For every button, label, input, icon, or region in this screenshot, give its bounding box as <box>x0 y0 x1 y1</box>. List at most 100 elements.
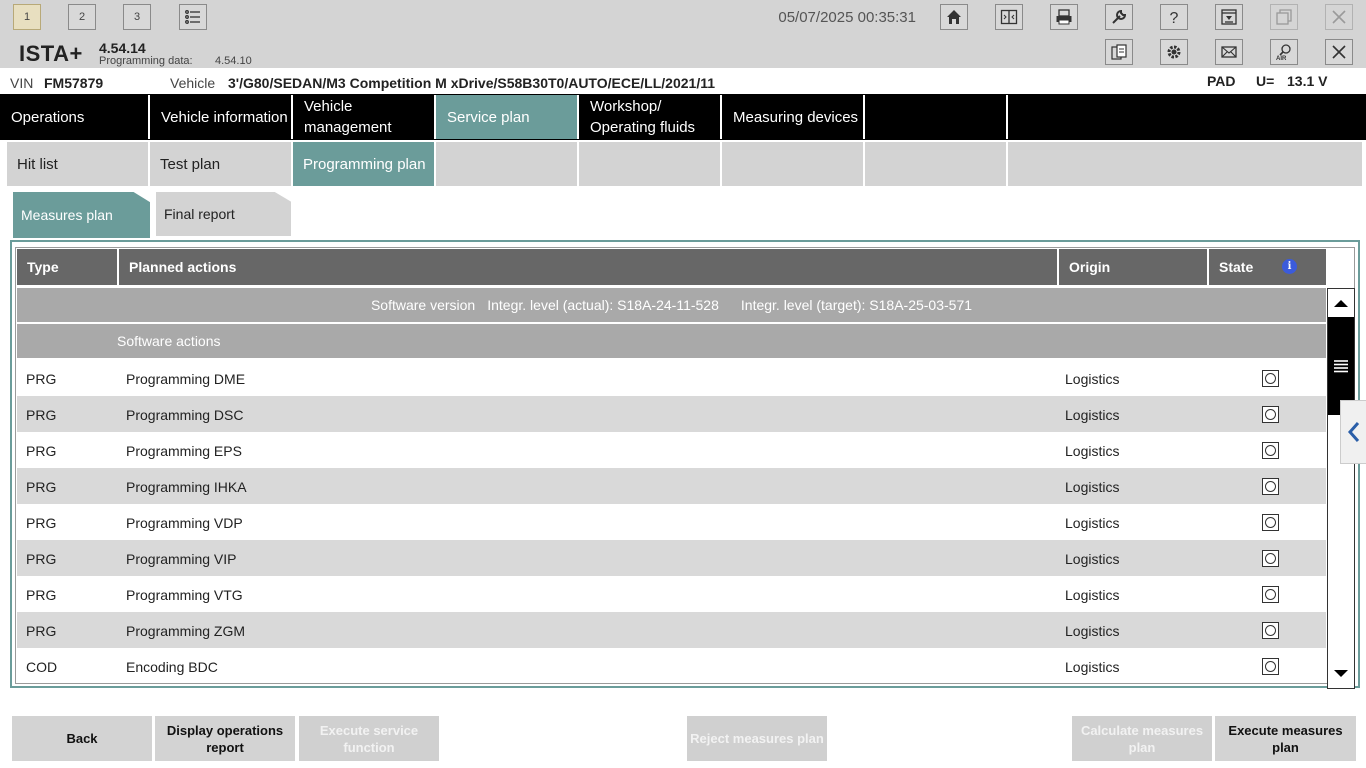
nav-tab-workshop-operating-fluids[interactable]: Workshop/ Operating fluids <box>579 95 722 139</box>
table-body: PRG Programming DME Logistics PRG Progra… <box>17 360 1326 684</box>
cell-action: Programming DSC <box>126 407 244 423</box>
nav-tab-empty-2 <box>1008 95 1366 139</box>
state-checkbox[interactable] <box>1262 658 1279 675</box>
table-row[interactable]: PRG Programming IHKA Logistics <box>17 468 1326 504</box>
table-row[interactable]: PRG Programming VIP Logistics <box>17 540 1326 576</box>
cell-action: Encoding BDC <box>126 659 218 675</box>
nav-tab-empty-1 <box>865 95 1008 139</box>
side-panel-chevron-left-icon[interactable] <box>1340 400 1366 464</box>
nav-tab-service-plan[interactable]: Service plan <box>436 95 579 139</box>
table-row[interactable]: PRG Programming DME Logistics <box>17 360 1326 396</box>
state-checkbox[interactable] <box>1262 586 1279 603</box>
cell-origin: Logistics <box>1065 659 1120 675</box>
vertical-scrollbar[interactable] <box>1327 288 1355 689</box>
integr-level-target: Integr. level (target): S18A-25-03-571 <box>740 297 973 313</box>
subtab-test-plan[interactable]: Test plan <box>150 142 291 186</box>
cell-type: PRG <box>26 623 57 639</box>
cell-type: PRG <box>26 515 57 531</box>
cell-type: COD <box>26 659 58 675</box>
vehicle-info-bar: VIN FM57879 Vehicle 3'/G80/SEDAN/M3 Comp… <box>0 70 1366 94</box>
app-name: ISTA+ <box>19 41 83 66</box>
column-header-planned-actions[interactable]: Planned actions <box>119 249 1059 285</box>
cell-origin: Logistics <box>1065 479 1120 495</box>
vin-value: FM57879 <box>44 75 104 91</box>
cell-action: Programming VIP <box>126 551 237 567</box>
session-tab-3[interactable]: 3 <box>123 4 151 30</box>
cell-origin: Logistics <box>1065 587 1120 603</box>
minimize-icon[interactable] <box>1215 4 1243 30</box>
subtab-empty-4 <box>865 142 1006 186</box>
execute-measures-plan-button[interactable]: Execute measures plan <box>1215 716 1356 761</box>
session-tab-2[interactable]: 2 <box>68 4 96 30</box>
back-button[interactable]: Back <box>12 716 152 761</box>
task-list-icon[interactable] <box>179 4 207 30</box>
state-checkbox[interactable] <box>1262 550 1279 567</box>
mail-icon[interactable] <box>1215 39 1243 65</box>
tab-final-report[interactable]: Final report <box>156 192 291 236</box>
session-tab-1[interactable]: 1 <box>13 4 41 30</box>
cell-action: Programming IHKA <box>126 479 247 495</box>
table-row[interactable]: PRG Programming VDP Logistics <box>17 504 1326 540</box>
close-session-icon[interactable] <box>1325 39 1353 65</box>
cell-origin: Logistics <box>1065 371 1120 387</box>
cell-origin: Logistics <box>1065 515 1120 531</box>
subtab-programming-plan[interactable]: Programming plan <box>293 142 434 186</box>
state-checkbox[interactable] <box>1262 370 1279 387</box>
nav-tab-measuring-devices[interactable]: Measuring devices <box>722 95 865 139</box>
integr-level-actual: Integr. level (actual): S18A-24-11-528 <box>487 297 719 313</box>
wrench-icon[interactable] <box>1105 4 1133 30</box>
table-row[interactable]: PRG Programming VTG Logistics <box>17 576 1326 612</box>
table-row[interactable]: PRG Programming DSC Logistics <box>17 396 1326 432</box>
datetime-display: 05/07/2025 00:35:31 <box>778 9 916 26</box>
software-version-bar: Software version Integr. level (actual):… <box>17 288 1326 322</box>
cell-action: Programming EPS <box>126 443 242 459</box>
state-checkbox[interactable] <box>1262 622 1279 639</box>
nav-tab-vehicle-management[interactable]: Vehicle management <box>293 95 436 139</box>
state-checkbox[interactable] <box>1262 514 1279 531</box>
table-row[interactable]: COD Encoding BDC Logistics <box>17 648 1326 684</box>
cell-action: Programming VTG <box>126 587 243 603</box>
svg-text:?: ? <box>1170 10 1179 26</box>
programming-data-label: Programming data: <box>99 55 193 67</box>
column-header-type[interactable]: Type <box>17 249 119 285</box>
table-row[interactable]: PRG Programming ZGM Logistics <box>17 612 1326 648</box>
state-checkbox[interactable] <box>1262 478 1279 495</box>
vehicle-description: 3'/G80/SEDAN/M3 Competition M xDrive/S58… <box>228 75 716 91</box>
voltage-label: U= <box>1256 73 1275 89</box>
vehicle-label: Vehicle <box>170 75 216 91</box>
measures-plan-panel: Type Planned actions Origin State i Soft… <box>10 240 1360 689</box>
sub-navigation: Hit list Test plan Programming plan <box>0 140 1366 188</box>
cell-type: PRG <box>26 407 57 423</box>
cell-action: Programming ZGM <box>126 623 246 639</box>
print-icon[interactable] <box>1050 4 1078 30</box>
split-view-icon[interactable] <box>995 4 1023 30</box>
cell-origin: Logistics <box>1065 407 1120 423</box>
pad-label: PAD <box>1207 73 1236 89</box>
scroll-down-arrow-icon[interactable] <box>1328 660 1354 688</box>
state-info-icon[interactable]: i <box>1282 259 1297 274</box>
tab-measures-plan[interactable]: Measures plan <box>13 192 150 238</box>
home-icon[interactable] <box>940 4 968 30</box>
nav-tab-vehicle-information[interactable]: Vehicle information <box>150 95 293 139</box>
programming-data-value: 4.54.10 <box>215 55 252 67</box>
display-operations-report-button[interactable]: Display operations report <box>155 716 295 761</box>
cell-type: PRG <box>26 479 57 495</box>
column-header-origin[interactable]: Origin <box>1059 249 1209 285</box>
state-checkbox[interactable] <box>1262 406 1279 423</box>
nav-tab-operations[interactable]: Operations <box>0 95 150 139</box>
settings-gear-icon[interactable] <box>1160 39 1188 65</box>
subtab-empty-3 <box>722 142 863 186</box>
nav-tab-workshop-label: Workshop/ Operating fluids <box>590 98 696 136</box>
main-navigation: Operations Vehicle information Vehicle m… <box>0 94 1366 140</box>
column-header-state[interactable]: State i <box>1209 249 1326 285</box>
voltage-value: 13.1 V <box>1287 73 1328 89</box>
table-row[interactable]: PRG Programming EPS Logistics <box>17 432 1326 468</box>
subtab-hit-list[interactable]: Hit list <box>7 142 148 186</box>
scroll-up-arrow-icon[interactable] <box>1328 289 1354 317</box>
air-search-icon[interactable]: AIR <box>1270 39 1298 65</box>
column-header-state-label: State <box>1219 259 1254 275</box>
help-icon[interactable]: ? <box>1160 4 1188 30</box>
documents-icon[interactable] <box>1105 39 1133 65</box>
state-checkbox[interactable] <box>1262 442 1279 459</box>
subtab-empty-2 <box>579 142 720 186</box>
